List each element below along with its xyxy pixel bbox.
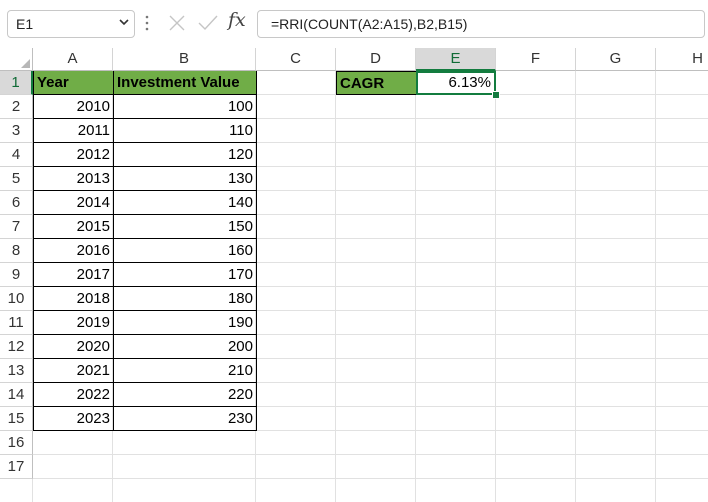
cell-year[interactable]: 2018	[33, 287, 114, 311]
insert-function-icon[interactable]: fx	[228, 9, 246, 31]
row-header-17[interactable]: 17	[0, 455, 33, 479]
row-header-12[interactable]: 12	[0, 335, 33, 359]
chevron-down-icon[interactable]	[118, 16, 130, 28]
row-header-16[interactable]: 16	[0, 431, 33, 455]
cell-year[interactable]: 2023	[33, 407, 114, 431]
gridline-horizontal	[33, 478, 708, 479]
cell-year[interactable]: 2012	[33, 143, 114, 167]
column-header-h[interactable]: H	[656, 48, 708, 71]
cell-year[interactable]: 2022	[33, 383, 114, 407]
cell-investment-value[interactable]: 220	[113, 383, 257, 407]
gridline-horizontal	[33, 454, 708, 455]
name-box-value: E1	[16, 16, 34, 32]
cell-a1-year-header[interactable]: Year	[33, 71, 114, 95]
column-header-g[interactable]: G	[576, 48, 656, 71]
cell-investment-value[interactable]: 200	[113, 335, 257, 359]
column-header-d[interactable]: D	[336, 48, 416, 71]
cell-investment-value[interactable]: 130	[113, 167, 257, 191]
select-all-triangle-icon[interactable]	[21, 59, 30, 68]
name-box[interactable]: E1	[7, 10, 135, 38]
enter-check-icon[interactable]	[197, 14, 219, 32]
cell-investment-value[interactable]: 160	[113, 239, 257, 263]
cancel-icon[interactable]	[168, 14, 186, 32]
row-header-1[interactable]: 1	[0, 71, 33, 95]
row-header-9[interactable]: 9	[0, 263, 33, 287]
column-header-b[interactable]: B	[113, 48, 256, 71]
cell-year[interactable]: 2016	[33, 239, 114, 263]
cell-investment-value[interactable]: 170	[113, 263, 257, 287]
row-header-13[interactable]: 13	[0, 359, 33, 383]
column-header-f[interactable]: F	[496, 48, 576, 71]
cell-investment-value[interactable]: 190	[113, 311, 257, 335]
row-header-5[interactable]: 5	[0, 167, 33, 191]
cell-investment-value[interactable]: 120	[113, 143, 257, 167]
row-header-2[interactable]: 2	[0, 95, 33, 119]
cell-year[interactable]: 2013	[33, 167, 114, 191]
column-header-e[interactable]: E	[416, 48, 496, 71]
row-header-4[interactable]: 4	[0, 143, 33, 167]
formula-text: =RRI(COUNT(A2:A15),B2,B15)	[271, 16, 468, 32]
cell-investment-value[interactable]: 100	[113, 95, 257, 119]
row-header-3[interactable]: 3	[0, 119, 33, 143]
cell-year[interactable]: 2020	[33, 335, 114, 359]
cell-year[interactable]: 2014	[33, 191, 114, 215]
cell-investment-value[interactable]: 180	[113, 287, 257, 311]
cell-year[interactable]: 2017	[33, 263, 114, 287]
cell-d1-cagr-label[interactable]: CAGR	[336, 71, 417, 95]
formula-input[interactable]: =RRI(COUNT(A2:A15),B2,B15)	[257, 10, 705, 38]
cell-investment-value[interactable]: 110	[113, 119, 257, 143]
cell-investment-value[interactable]: 230	[113, 407, 257, 431]
cell-year[interactable]: 2019	[33, 311, 114, 335]
cell-year[interactable]: 2010	[33, 95, 114, 119]
row-header-7[interactable]: 7	[0, 215, 33, 239]
cell-e1-cagr-value[interactable]: 6.13%	[416, 71, 496, 95]
cell-year[interactable]: 2021	[33, 359, 114, 383]
more-options-icon[interactable]	[145, 12, 149, 34]
row-header-11[interactable]: 11	[0, 311, 33, 335]
cell-investment-value[interactable]: 150	[113, 215, 257, 239]
column-header-c[interactable]: C	[256, 48, 336, 71]
select-all-corner[interactable]	[0, 48, 33, 71]
cell-year[interactable]: 2011	[33, 119, 114, 143]
cell-b1-value-header[interactable]: Investment Value	[113, 71, 257, 95]
cell-investment-value[interactable]: 210	[113, 359, 257, 383]
fill-handle[interactable]	[492, 91, 500, 99]
row-header-6[interactable]: 6	[0, 191, 33, 215]
row-header-10[interactable]: 10	[0, 287, 33, 311]
column-header-a[interactable]: A	[33, 48, 113, 71]
cell-investment-value[interactable]: 140	[113, 191, 257, 215]
row-header-8[interactable]: 8	[0, 239, 33, 263]
row-header-15[interactable]: 15	[0, 407, 33, 431]
row-header-14[interactable]: 14	[0, 383, 33, 407]
cell-year[interactable]: 2015	[33, 215, 114, 239]
formula-bar-area: E1 fx =RRI(COUNT(A2:A15),B2,B15)	[0, 0, 708, 48]
